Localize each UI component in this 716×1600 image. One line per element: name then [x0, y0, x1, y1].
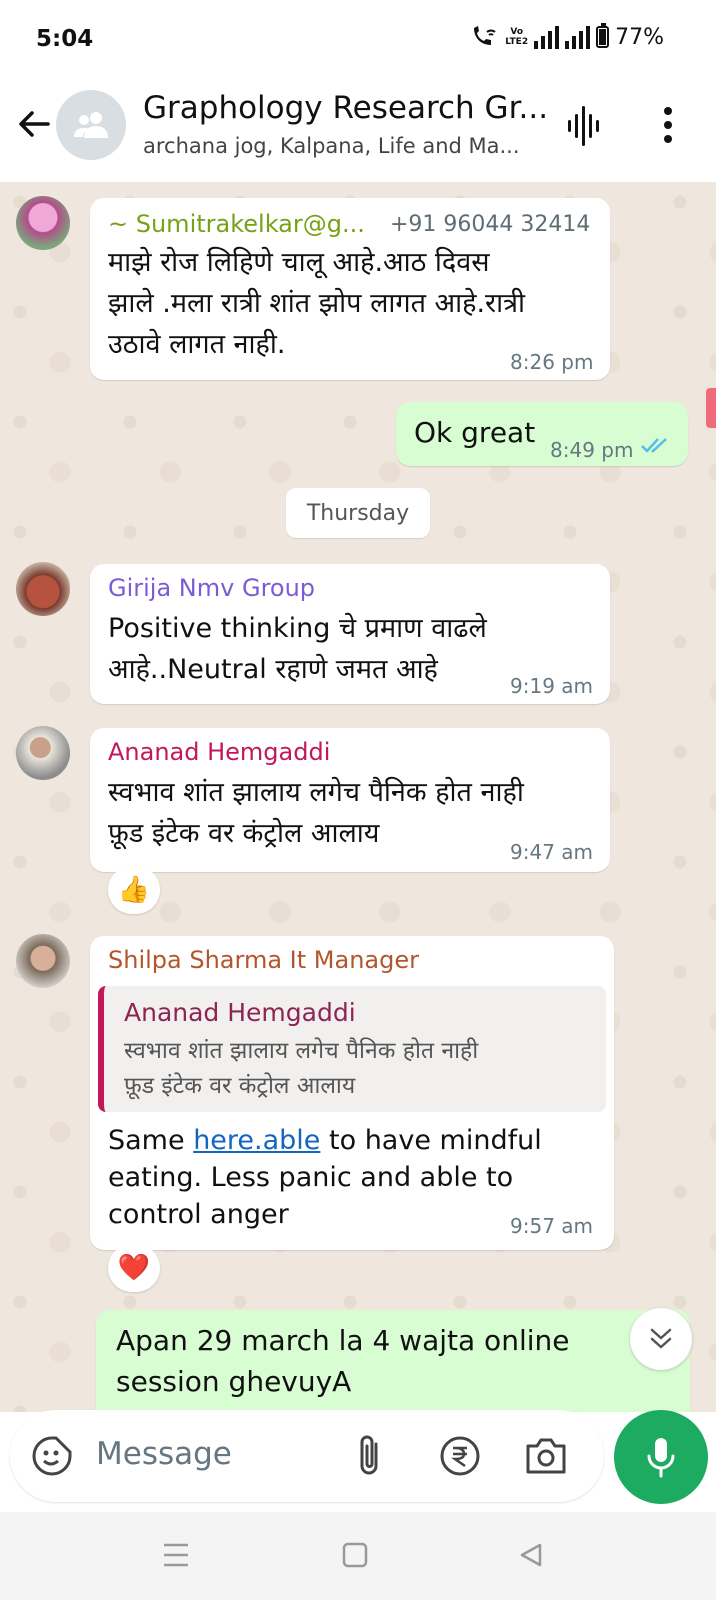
- recent-apps-icon[interactable]: [162, 1542, 190, 1568]
- message-input[interactable]: Message: [96, 1436, 232, 1472]
- avatar[interactable]: [16, 562, 70, 616]
- sender-name[interactable]: Shilpa Sharma It Manager: [108, 946, 419, 974]
- sender-name[interactable]: Girija Nmv Group: [108, 574, 315, 602]
- sender-name[interactable]: Ananad Hemgaddi: [108, 738, 330, 766]
- message-bubble[interactable]: Girija Nmv Group Positive thinking चे प्…: [90, 564, 610, 704]
- sticker-icon[interactable]: [30, 1434, 74, 1478]
- reaction-badge[interactable]: ❤️: [108, 1244, 160, 1292]
- battery-percent: 77%: [615, 24, 664, 50]
- group-avatar[interactable]: [56, 90, 126, 160]
- message-link[interactable]: here.able: [193, 1125, 320, 1156]
- battery-icon: [596, 23, 610, 48]
- scroll-to-bottom-button[interactable]: [630, 1308, 692, 1370]
- message-time: 9:19 am: [510, 674, 594, 698]
- wifi-call-icon: [474, 26, 496, 45]
- attach-icon[interactable]: [354, 1432, 384, 1478]
- quoted-message[interactable]: Ananad Hemgaddi स्वभाव शांत झालाय लगेच प…: [98, 986, 606, 1112]
- volte-icon: Vo LTE2: [505, 27, 529, 47]
- group-icon: [74, 112, 108, 138]
- message-composer: Message: [10, 1410, 604, 1502]
- message-time: 8:49 pm: [550, 438, 634, 462]
- message-bubble-outgoing[interactable]: Ok great 8:49 pm: [396, 402, 688, 466]
- status-icons: Vo LTE2 77%: [469, 23, 664, 50]
- status-time: 5:04: [36, 26, 94, 52]
- quoted-text: स्वभाव शांत झालाय लगेच पैनिक होत नाही फ़…: [124, 1038, 479, 1099]
- avatar[interactable]: [16, 196, 70, 250]
- rupee-payment-icon[interactable]: [438, 1434, 482, 1478]
- quoted-sender: Ananad Hemgaddi: [124, 998, 356, 1027]
- avatar[interactable]: [16, 726, 70, 780]
- message-bubble[interactable]: Ananad Hemgaddi स्वभाव शांत झालाय लगेच प…: [90, 728, 610, 872]
- signal-icon-2: [565, 25, 591, 49]
- message-bubble[interactable]: ~ Sumitrakelkar@g... +91 96044 32414 माझ…: [90, 198, 610, 380]
- voice-chat-icon[interactable]: [566, 104, 606, 148]
- sender-name[interactable]: ~ Sumitrakelkar@g...: [108, 210, 365, 238]
- reaction-badge[interactable]: 👍: [108, 866, 160, 914]
- avatar[interactable]: [16, 934, 70, 988]
- chat-header: Graphology Research Gr... archana jog, K…: [0, 82, 716, 182]
- message-bubble-outgoing[interactable]: Apan 29 march la 4 wajta online session …: [96, 1310, 690, 1412]
- signal-icon: [534, 25, 560, 49]
- message-list[interactable]: ~ Sumitrakelkar@g... +91 96044 32414 माझ…: [0, 182, 716, 1412]
- sender-phone: +91 96044 32414: [390, 212, 591, 237]
- read-receipt-icon: [641, 438, 667, 453]
- home-icon[interactable]: [342, 1542, 368, 1568]
- microphone-icon: [647, 1438, 675, 1478]
- message-text: Apan 29 march la 4 wajta online session …: [116, 1324, 570, 1398]
- more-options-icon[interactable]: [662, 106, 674, 144]
- side-tab[interactable]: [706, 388, 716, 428]
- group-title[interactable]: Graphology Research Gr...: [143, 90, 548, 126]
- back-arrow-icon[interactable]: [14, 104, 54, 144]
- voice-message-button[interactable]: [614, 1410, 708, 1504]
- back-nav-icon[interactable]: [518, 1542, 544, 1568]
- message-bubble[interactable]: Shilpa Sharma It Manager Ananad Hemgaddi…: [90, 936, 614, 1250]
- message-time: 8:26 pm: [510, 350, 594, 374]
- camera-icon[interactable]: [524, 1436, 568, 1476]
- double-chevron-down-icon: [650, 1328, 672, 1349]
- message-time: 9:47 am: [510, 840, 594, 864]
- system-nav-bar: [0, 1512, 716, 1600]
- group-members[interactable]: archana jog, Kalpana, Life and Ma...: [143, 134, 520, 158]
- message-text: माझे रोज लिहिणे चालू आहे.आठ दिवस झाले .म…: [108, 247, 525, 360]
- message-time: 9:57 am: [510, 1214, 594, 1238]
- message-text: Ok great: [414, 416, 536, 449]
- status-bar: 5:04 Vo LTE2 77%: [0, 0, 716, 82]
- day-divider: Thursday: [286, 488, 430, 538]
